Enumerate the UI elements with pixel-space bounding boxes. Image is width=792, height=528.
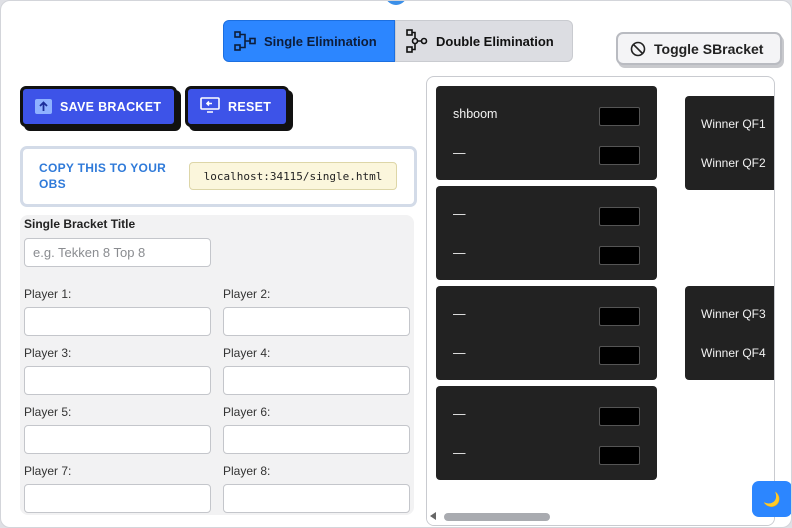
player-slot: — xyxy=(453,246,466,260)
score-box xyxy=(599,246,640,265)
match-card: shboom — xyxy=(436,86,657,180)
bracket-title-input[interactable] xyxy=(24,238,211,267)
bracket-title-label: Single Bracket Title xyxy=(24,217,136,231)
player-2-input[interactable] xyxy=(223,307,410,336)
semifinal-card: Winner QF1 Winner QF2 xyxy=(685,96,774,190)
save-bracket-label: SAVE BRACKET xyxy=(60,99,162,114)
copy-instruction: COPY THIS TO YOUR OBS xyxy=(39,161,167,191)
bracket-preview[interactable]: shboom — — — — — — — Winner QF1 Winner Q… xyxy=(426,76,775,526)
player-slot: — xyxy=(453,446,466,460)
player-slot: — xyxy=(453,207,466,221)
horizontal-scrollbar[interactable] xyxy=(427,509,774,525)
match-card: — — xyxy=(436,386,657,480)
player-5-input[interactable] xyxy=(24,425,211,454)
winner-slot: Winner QF2 xyxy=(701,156,766,170)
player-4-label: Player 4: xyxy=(223,346,271,360)
obs-copy-box: COPY THIS TO YOUR OBS localhost:34115/si… xyxy=(20,146,417,207)
reset-icon xyxy=(200,97,220,116)
toggle-sbracket-label: Toggle SBracket xyxy=(654,40,764,57)
player-4-input[interactable] xyxy=(223,366,410,395)
player-3-input[interactable] xyxy=(24,366,211,395)
reset-label: RESET xyxy=(228,99,272,114)
theme-toggle-button[interactable]: 🌙 xyxy=(752,481,791,517)
score-box xyxy=(599,346,640,365)
player-2-label: Player 2: xyxy=(223,287,271,301)
player-1-label: Player 1: xyxy=(24,287,72,301)
player-slot: — xyxy=(453,146,466,160)
score-box xyxy=(599,407,640,426)
no-entry-icon xyxy=(630,41,646,56)
winner-slot: Winner QF3 xyxy=(701,307,766,321)
upload-icon xyxy=(35,99,52,114)
winner-slot: Winner QF1 xyxy=(701,117,766,131)
score-box xyxy=(599,146,640,165)
player-5-label: Player 5: xyxy=(24,405,72,419)
player-slot: shboom xyxy=(453,107,498,121)
score-box xyxy=(599,307,640,326)
match-card: — — xyxy=(436,286,657,380)
player-8-label: Player 8: xyxy=(223,464,271,478)
player-1-input[interactable] xyxy=(24,307,211,336)
save-bracket-button[interactable]: SAVE BRACKET xyxy=(20,86,177,127)
bracket-form: Single Bracket Title Player 1: Player 2:… xyxy=(20,215,414,515)
player-6-input[interactable] xyxy=(223,425,410,454)
tab-single-elimination[interactable]: Single Elimination xyxy=(223,20,395,62)
obs-url-field[interactable]: localhost:34115/single.html xyxy=(189,162,397,190)
score-box xyxy=(599,107,640,126)
player-3-label: Player 3: xyxy=(24,346,72,360)
tab-double-label: Double Elimination xyxy=(436,33,554,49)
scroll-thumb[interactable] xyxy=(444,513,550,521)
player-6-label: Player 6: xyxy=(223,405,271,419)
scroll-left-arrow-icon[interactable] xyxy=(430,512,436,520)
player-8-input[interactable] xyxy=(223,484,410,513)
reset-button[interactable]: RESET xyxy=(185,86,289,127)
tab-double-elimination[interactable]: Double Elimination xyxy=(395,20,573,62)
score-box xyxy=(599,207,640,226)
semifinal-card: Winner QF3 Winner QF4 xyxy=(685,286,774,380)
player-slot: — xyxy=(453,307,466,321)
toggle-sbracket-button[interactable]: Toggle SBracket xyxy=(616,32,782,65)
player-slot: — xyxy=(453,346,466,360)
bracket-icon xyxy=(234,31,256,51)
double-bracket-icon xyxy=(406,29,428,53)
score-box xyxy=(599,446,640,465)
match-card: — — xyxy=(436,186,657,280)
player-slot: — xyxy=(453,407,466,421)
moon-icon: 🌙 xyxy=(763,490,781,507)
player-7-label: Player 7: xyxy=(24,464,72,478)
app-window: Single Elimination Double Elimination To… xyxy=(0,0,792,528)
top-indicator xyxy=(385,1,407,5)
tab-single-label: Single Elimination xyxy=(264,33,377,49)
winner-slot: Winner QF4 xyxy=(701,346,766,360)
player-7-input[interactable] xyxy=(24,484,211,513)
